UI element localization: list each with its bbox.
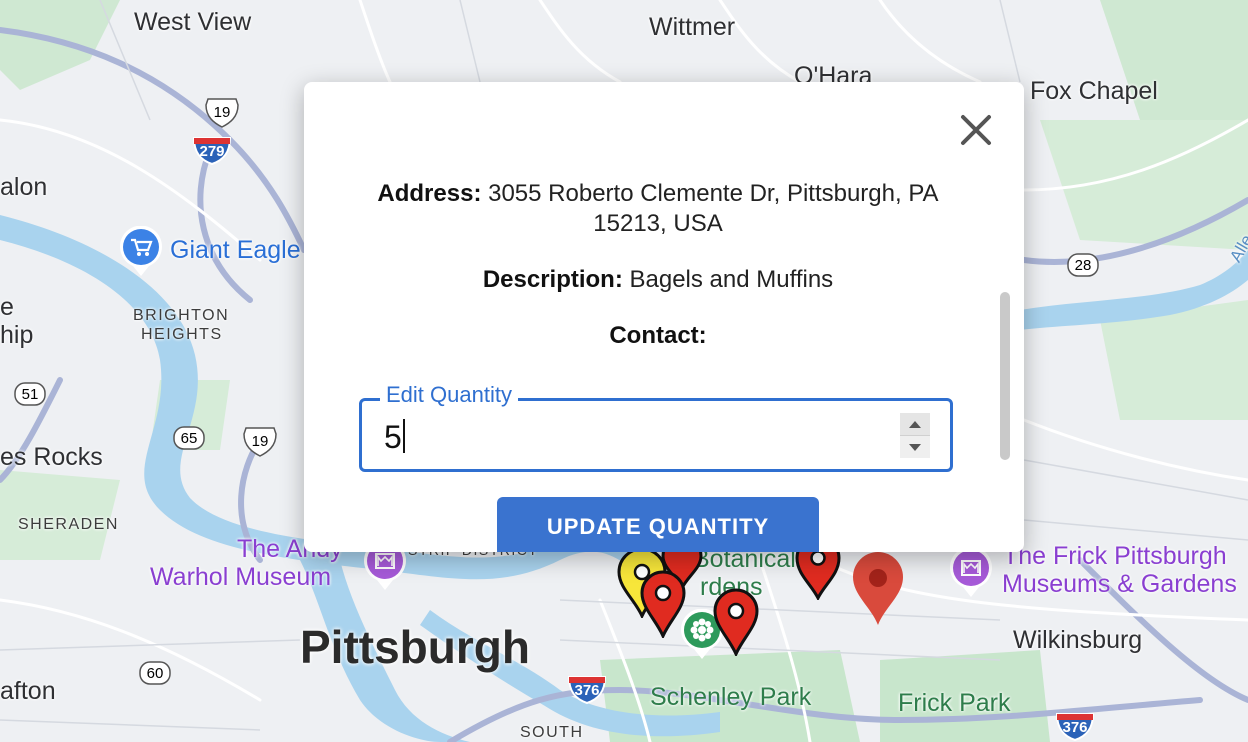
interstate-shield: 376 xyxy=(567,675,607,705)
museum-icon[interactable] xyxy=(948,546,994,604)
increment-button[interactable] xyxy=(900,413,930,436)
caret-up-icon xyxy=(909,421,921,428)
quantity-field[interactable] xyxy=(359,398,953,472)
decrement-button[interactable] xyxy=(900,436,930,458)
place-fox-chapel: Fox Chapel xyxy=(1030,77,1158,105)
place-rocks: es Rocks xyxy=(0,443,103,471)
description-label: Description: xyxy=(482,266,623,293)
neighborhood-heights: HEIGHTS xyxy=(141,326,223,343)
quantity-input[interactable]: 5 xyxy=(384,419,405,456)
contact-row: Contact: xyxy=(354,321,962,351)
update-quantity-button[interactable]: UPDATE QUANTITY xyxy=(497,497,819,552)
shield-label: 65 xyxy=(180,430,198,447)
dialog-scrollbar[interactable] xyxy=(1000,292,1010,460)
shield-label: 279 xyxy=(199,143,225,160)
close-button[interactable] xyxy=(956,110,996,150)
map-marker-red[interactable] xyxy=(639,570,687,643)
us-highway-shield: 19 xyxy=(204,97,240,129)
shield-label: 376 xyxy=(574,682,600,699)
state-route-shield: 28 xyxy=(1066,252,1100,278)
place-pittsburgh: Pittsburgh xyxy=(300,621,530,673)
description-row: Description: Bagels and Muffins xyxy=(354,265,962,295)
neighborhood-south: SOUTH xyxy=(520,724,584,741)
poi-schenley-park[interactable]: Schenley Park xyxy=(650,683,811,712)
poi-warhol-line2[interactable]: Warhol Museum xyxy=(150,563,331,592)
description-value: Bagels and Muffins xyxy=(629,266,834,293)
state-route-shield: 65 xyxy=(172,425,206,451)
shield-label: 19 xyxy=(251,433,269,450)
map-marker-red[interactable] xyxy=(712,588,760,661)
state-route-shield: 51 xyxy=(13,381,47,407)
shield-label: 60 xyxy=(146,665,164,682)
poi-frick-line2[interactable]: Museums & Gardens xyxy=(1002,570,1237,599)
caret-down-icon xyxy=(909,444,921,451)
neighborhood-sheraden: SHERADEN xyxy=(18,516,119,533)
us-highway-shield: 19 xyxy=(242,426,278,458)
address-label: Address: xyxy=(377,180,482,207)
location-info-dialog: Address: 3055 Roberto Clemente Dr, Pitts… xyxy=(304,82,1024,552)
neighborhood-brighton: BRIGHTON xyxy=(133,307,230,324)
address-row: Address: 3055 Roberto Clemente Dr, Pitts… xyxy=(354,179,962,239)
quantity-field-label: Edit Quantity xyxy=(380,382,518,408)
address-value: 3055 Roberto Clemente Dr, Pittsburgh, PA… xyxy=(488,180,939,237)
place-avalon: alon xyxy=(0,173,48,201)
text-caret xyxy=(402,419,405,453)
place-west-view: West View xyxy=(134,8,252,36)
quantity-value: 5 xyxy=(384,419,402,455)
poi-frick-line1[interactable]: The Frick Pittsburgh xyxy=(1003,542,1227,571)
selected-location-pin[interactable] xyxy=(851,551,905,632)
contact-label: Contact: xyxy=(609,322,707,349)
place-crafton: afton xyxy=(0,677,56,705)
interstate-shield: 376 xyxy=(1055,712,1095,742)
place-wittmer: Wittmer xyxy=(649,13,736,41)
place-township-e: e xyxy=(0,293,14,321)
cart-icon[interactable] xyxy=(118,225,164,283)
shield-label: 376 xyxy=(1062,719,1088,736)
shield-label: 28 xyxy=(1074,257,1092,274)
shield-label: 19 xyxy=(213,104,231,121)
quantity-stepper[interactable] xyxy=(900,413,930,459)
shield-label: 51 xyxy=(21,386,39,403)
poi-frick-park[interactable]: Frick Park xyxy=(898,689,1011,718)
interstate-shield: 279 xyxy=(192,136,232,166)
poi-giant-eagle[interactable]: Giant Eagle xyxy=(170,236,301,265)
close-icon xyxy=(961,115,991,145)
state-route-shield: 60 xyxy=(138,660,172,686)
place-wilkinsburg: Wilkinsburg xyxy=(1013,626,1143,654)
place-township: hip xyxy=(0,321,34,349)
